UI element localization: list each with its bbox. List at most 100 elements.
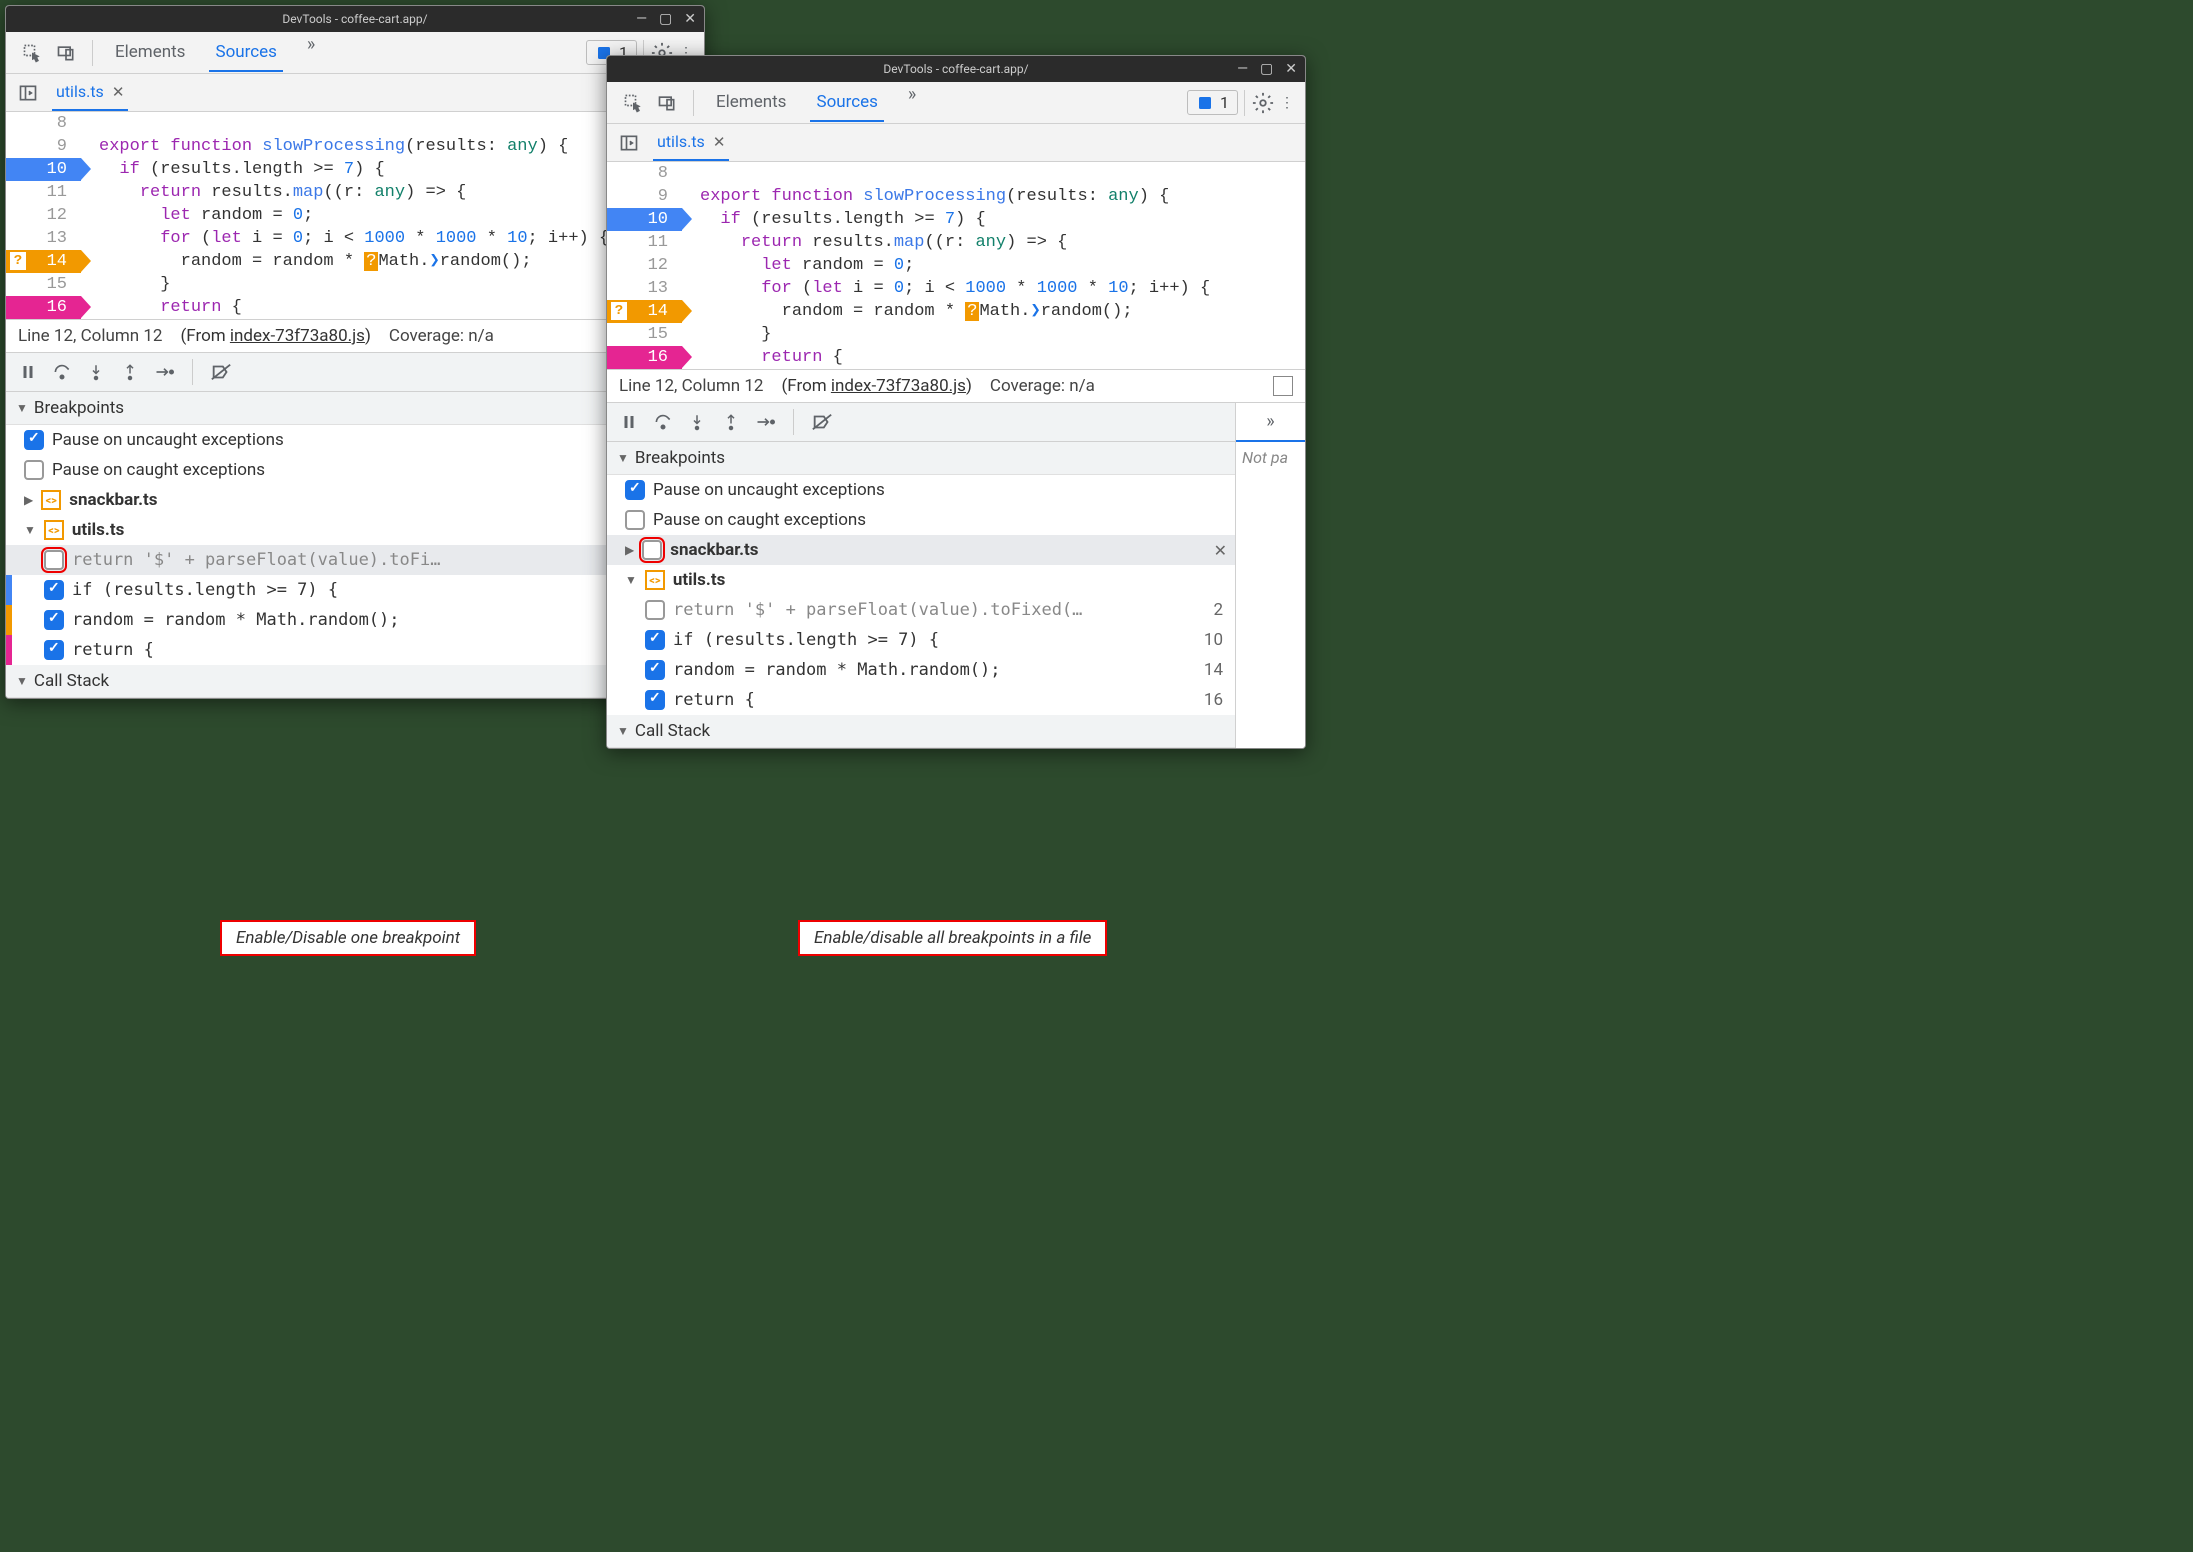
breakpoint-row[interactable]: return '$' + parseFloat(value).toFixed(…… bbox=[607, 595, 1235, 625]
step-into-icon[interactable] bbox=[685, 410, 709, 434]
code-line[interactable]: 9export function slowProcessing(results:… bbox=[6, 135, 704, 158]
step-out-icon[interactable] bbox=[118, 360, 142, 384]
breakpoint-row[interactable]: if (results.length >= 7) {10 bbox=[6, 575, 704, 605]
breakpoints-section-header[interactable]: ▼ Breakpoints bbox=[6, 392, 704, 425]
checkbox[interactable] bbox=[24, 460, 44, 480]
more-tabs-icon[interactable]: » bbox=[902, 84, 922, 122]
checkbox[interactable] bbox=[625, 480, 645, 500]
deactivate-breakpoints-icon[interactable] bbox=[209, 360, 233, 384]
pause-caught-row[interactable]: Pause on caught exceptions bbox=[6, 455, 704, 485]
code-line[interactable]: 10 if (results.length >= 7) { bbox=[6, 158, 704, 181]
pause-icon[interactable] bbox=[16, 360, 40, 384]
code-line[interactable]: 8 bbox=[6, 112, 704, 135]
step-over-icon[interactable] bbox=[651, 410, 675, 434]
issues-badge[interactable]: 1 bbox=[1187, 90, 1238, 115]
checkbox[interactable] bbox=[24, 430, 44, 450]
breakpoint-checkbox[interactable] bbox=[645, 630, 665, 650]
code-line[interactable]: 15 } bbox=[6, 273, 704, 296]
file-tabs: utils.ts ✕ bbox=[607, 124, 1305, 162]
tab-sources[interactable]: Sources bbox=[209, 34, 282, 72]
bottom-drawer-icon[interactable] bbox=[1273, 376, 1293, 396]
code-line[interactable]: 14? random = random * ?Math.❯random(); bbox=[607, 300, 1305, 323]
code-line[interactable]: 11 return results.map((r: any) => { bbox=[6, 181, 704, 204]
breakpoints-section-header[interactable]: ▼ Breakpoints bbox=[607, 442, 1235, 475]
file-group-utils[interactable]: ▼ <> utils.ts bbox=[6, 515, 704, 545]
step-icon[interactable] bbox=[753, 410, 777, 434]
code-line[interactable]: 13 for (let i = 0; i < 1000 * 1000 * 10;… bbox=[607, 277, 1305, 300]
code-line[interactable]: 11 return results.map((r: any) => { bbox=[607, 231, 1305, 254]
file-group-checkbox[interactable] bbox=[642, 540, 662, 560]
code-line[interactable]: 8 bbox=[607, 162, 1305, 185]
source-map-info[interactable]: (From index-73f73a80.js) bbox=[781, 376, 971, 396]
file-tab-utils[interactable]: utils.ts ✕ bbox=[52, 74, 128, 111]
breakpoint-checkbox[interactable] bbox=[44, 640, 64, 660]
breakpoint-checkbox[interactable] bbox=[645, 600, 665, 620]
code-editor[interactable]: 89export function slowProcessing(results… bbox=[6, 112, 704, 319]
file-group-utils[interactable]: ▼ <> utils.ts bbox=[607, 565, 1235, 595]
device-toolbar-icon[interactable] bbox=[655, 91, 679, 115]
code-line[interactable]: 15 } bbox=[607, 323, 1305, 346]
titlebar[interactable]: DevTools - coffee-cart.app/ — ▢ ✕ bbox=[6, 6, 704, 32]
close-icon[interactable]: ✕ bbox=[1285, 61, 1297, 77]
breakpoint-checkbox[interactable] bbox=[44, 550, 64, 570]
code-line[interactable]: 9export function slowProcessing(results:… bbox=[607, 185, 1305, 208]
close-icon[interactable]: ✕ bbox=[684, 11, 696, 27]
show-navigator-icon[interactable] bbox=[16, 81, 40, 105]
show-navigator-icon[interactable] bbox=[617, 131, 641, 155]
code-line[interactable]: 14? random = random * ?Math.❯random(); bbox=[6, 250, 704, 273]
device-toolbar-icon[interactable] bbox=[54, 41, 78, 65]
breakpoint-checkbox[interactable] bbox=[44, 610, 64, 630]
breakpoint-row[interactable]: return {16 bbox=[6, 635, 704, 665]
source-map-info[interactable]: (From index-73f73a80.js) bbox=[180, 326, 370, 346]
code-line[interactable]: 12 let random = 0; bbox=[6, 204, 704, 227]
tab-elements[interactable]: Elements bbox=[710, 84, 792, 122]
step-icon[interactable] bbox=[152, 360, 176, 384]
titlebar[interactable]: DevTools - coffee-cart.app/ — ▢ ✕ bbox=[607, 56, 1305, 82]
pause-uncaught-row[interactable]: Pause on uncaught exceptions bbox=[6, 425, 704, 455]
breakpoint-code: return { bbox=[673, 690, 1196, 710]
breakpoint-checkbox[interactable] bbox=[44, 580, 64, 600]
remove-file-breakpoints-icon[interactable]: ✕ bbox=[1214, 541, 1227, 560]
tab-sources[interactable]: Sources bbox=[810, 84, 883, 122]
code-line[interactable]: 10 if (results.length >= 7) { bbox=[607, 208, 1305, 231]
maximize-icon[interactable]: ▢ bbox=[1260, 61, 1273, 77]
breakpoint-row[interactable]: return {16 bbox=[607, 685, 1235, 715]
kebab-menu-icon[interactable]: ⋮ bbox=[1275, 91, 1299, 115]
file-tab-utils[interactable]: utils.ts ✕ bbox=[653, 124, 729, 161]
checkbox[interactable] bbox=[625, 510, 645, 530]
minimize-icon[interactable]: — bbox=[1237, 61, 1248, 77]
tab-elements[interactable]: Elements bbox=[109, 34, 191, 72]
callstack-section-header[interactable]: ▼ Call Stack bbox=[607, 715, 1235, 748]
code-line[interactable]: 16 return { bbox=[607, 346, 1305, 369]
breakpoint-checkbox[interactable] bbox=[645, 690, 665, 710]
pause-caught-row[interactable]: Pause on caught exceptions bbox=[607, 505, 1235, 535]
window-title: DevTools - coffee-cart.app/ bbox=[282, 12, 427, 26]
close-tab-icon[interactable]: ✕ bbox=[713, 133, 726, 151]
breakpoint-row[interactable]: random = random * Math.random();14 bbox=[6, 605, 704, 635]
pause-icon[interactable] bbox=[617, 410, 641, 434]
inspect-icon[interactable] bbox=[621, 91, 645, 115]
file-group-snackbar[interactable]: ▶ <> snackbar.ts bbox=[6, 485, 704, 515]
code-line[interactable]: 12 let random = 0; bbox=[607, 254, 1305, 277]
step-out-icon[interactable] bbox=[719, 410, 743, 434]
more-tabs-icon[interactable]: » bbox=[301, 34, 321, 72]
settings-gear-icon[interactable] bbox=[1251, 91, 1275, 115]
callstack-section-header[interactable]: ▼ Call Stack bbox=[6, 665, 704, 698]
breakpoint-row[interactable]: random = random * Math.random();14 bbox=[607, 655, 1235, 685]
breakpoint-checkbox[interactable] bbox=[645, 660, 665, 680]
code-line[interactable]: 13 for (let i = 0; i < 1000 * 1000 * 10;… bbox=[6, 227, 704, 250]
close-tab-icon[interactable]: ✕ bbox=[112, 83, 125, 101]
step-into-icon[interactable] bbox=[84, 360, 108, 384]
inspect-icon[interactable] bbox=[20, 41, 44, 65]
breakpoint-row[interactable]: if (results.length >= 7) {10 bbox=[607, 625, 1235, 655]
file-group-snackbar[interactable]: ▶ snackbar.ts ✕ bbox=[607, 535, 1235, 565]
code-editor[interactable]: 89export function slowProcessing(results… bbox=[607, 162, 1305, 369]
maximize-icon[interactable]: ▢ bbox=[659, 11, 672, 27]
pause-uncaught-row[interactable]: Pause on uncaught exceptions bbox=[607, 475, 1235, 505]
code-line[interactable]: 16 return { bbox=[6, 296, 704, 319]
more-panes-icon[interactable]: » bbox=[1260, 411, 1280, 432]
step-over-icon[interactable] bbox=[50, 360, 74, 384]
minimize-icon[interactable]: — bbox=[636, 11, 647, 27]
breakpoint-row[interactable]: return '$' + parseFloat(value).toFi…✎✕2 bbox=[6, 545, 704, 575]
deactivate-breakpoints-icon[interactable] bbox=[810, 410, 834, 434]
